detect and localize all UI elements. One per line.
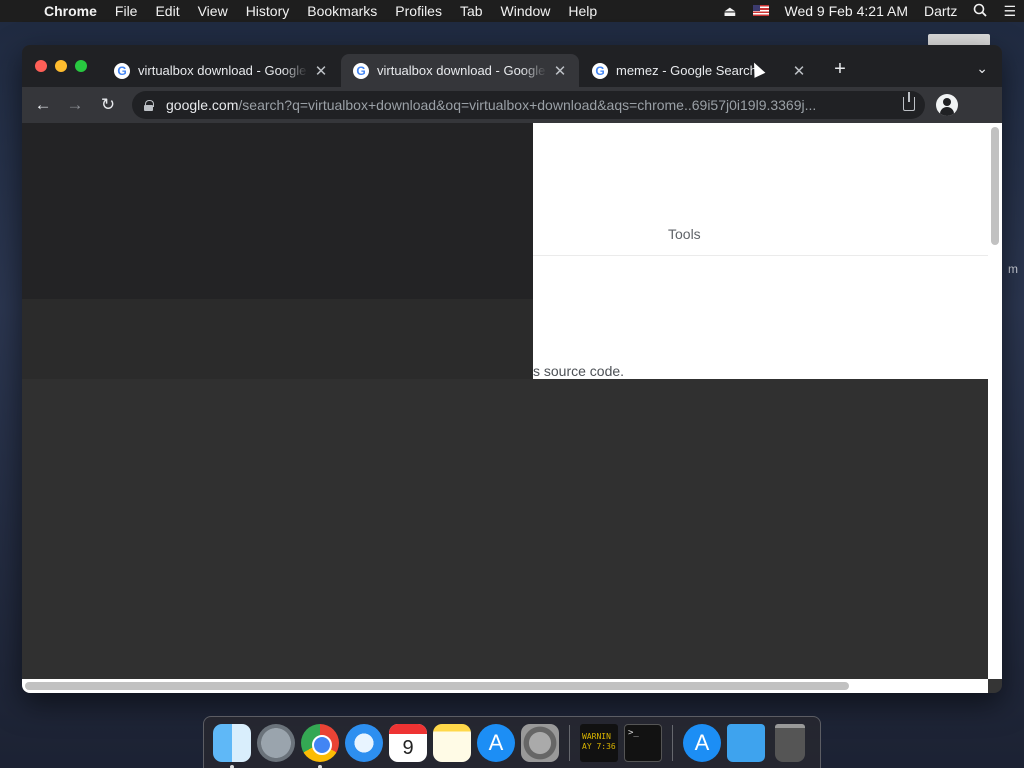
menu-file[interactable]: File (106, 3, 147, 19)
close-tab-icon[interactable]: ✕ (551, 62, 569, 80)
finder-icon[interactable] (213, 723, 251, 768)
close-window-button[interactable] (35, 60, 47, 72)
menu-help[interactable]: Help (559, 3, 606, 19)
tools-button[interactable]: Tools (668, 226, 701, 242)
spotlight-search-icon[interactable] (965, 3, 995, 20)
tab-memez[interactable]: G memez - Google Search ✕ (580, 54, 818, 87)
page-content: Tools s source code. (22, 123, 988, 679)
horizontal-scroll-thumb[interactable] (25, 682, 849, 690)
dock: 9 A WARNIN AY 7:36 >_ A (203, 716, 821, 768)
page-dark-band (22, 299, 533, 379)
app-store-icon[interactable]: A (477, 723, 515, 762)
app-store-folder-icon[interactable]: A (683, 723, 721, 762)
chrome-window: G virtualbox download - Google Search ✕ … (22, 45, 1002, 693)
address-bar[interactable]: google.com/search?q=virtualbox+download&… (132, 91, 925, 119)
profile-avatar-icon[interactable] (936, 94, 958, 116)
window-controls (35, 60, 87, 72)
page-dark-region (22, 123, 533, 299)
console-icon[interactable]: WARNIN AY 7:36 (580, 723, 618, 762)
menu-profiles[interactable]: Profiles (386, 3, 451, 19)
tab-virtualbox-download-2[interactable]: G virtualbox download - Google Search ✕ (341, 54, 579, 87)
forward-button[interactable]: → (64, 95, 86, 115)
browser-toolbar: ← → ↻ google.com/search?q=virtualbox+dow… (22, 87, 1002, 123)
tab-search-chevron-icon[interactable]: ⌄ (976, 60, 988, 77)
share-icon[interactable] (903, 92, 915, 111)
safari-icon[interactable] (345, 723, 383, 762)
google-favicon-icon: G (592, 62, 608, 79)
dock-separator (569, 724, 570, 761)
chrome-icon[interactable] (301, 723, 339, 768)
running-indicator (318, 764, 322, 768)
running-indicator (230, 764, 234, 768)
trash-icon[interactable] (775, 723, 805, 762)
lock-icon[interactable] (144, 99, 154, 111)
menu-tab[interactable]: Tab (451, 3, 492, 19)
minimize-window-button[interactable] (55, 60, 67, 72)
google-favicon-icon: G (114, 62, 130, 79)
results-divider (533, 255, 988, 256)
menu-datetime[interactable]: Wed 9 Feb 4:21 AM (777, 3, 916, 19)
new-tab-button[interactable]: + (828, 58, 852, 81)
horizontal-scrollbar[interactable] (22, 679, 988, 693)
notes-icon[interactable] (433, 723, 471, 762)
url-path: /search?q=virtualbox+download&oq=virtual… (238, 97, 817, 113)
menu-bar-status-area: ⏏ Wed 9 Feb 4:21 AM Dartz ☰ (715, 0, 1024, 22)
tab-title: virtualbox download - Google Search (377, 63, 547, 78)
calendar-icon[interactable]: 9 (389, 723, 427, 762)
tab-virtualbox-download-1[interactable]: G virtualbox download - Google Search ✕ (102, 54, 340, 87)
url-host: google.com (166, 97, 239, 113)
menu-history[interactable]: History (237, 3, 299, 19)
vertical-scrollbar[interactable] (988, 123, 1002, 679)
menu-user[interactable]: Dartz (916, 3, 965, 19)
tab-strip: G virtualbox download - Google Search ✕ … (22, 45, 1002, 87)
console-text: WARNIN AY 7:36 (582, 731, 616, 751)
close-tab-icon[interactable]: ✕ (790, 62, 808, 80)
us-flag-icon[interactable] (745, 3, 777, 19)
result-snippet: s source code. (533, 363, 625, 379)
terminal-icon[interactable]: >_ (624, 723, 662, 762)
desktop-label-fragment: m (1008, 262, 1018, 276)
downloads-folder-icon[interactable] (727, 723, 765, 762)
system-preferences-icon[interactable] (521, 723, 559, 762)
terminal-prompt: >_ (628, 727, 639, 738)
search-results-panel: Tools s source code. (533, 123, 988, 379)
eject-icon[interactable]: ⏏ (715, 3, 744, 20)
back-button[interactable]: ← (32, 95, 54, 115)
menu-bar: Chrome File Edit View History Bookmarks … (0, 0, 1024, 22)
menu-view[interactable]: View (189, 3, 237, 19)
reload-button[interactable]: ↻ (97, 95, 119, 115)
vertical-scroll-thumb[interactable] (991, 127, 999, 245)
control-center-icon[interactable]: ☰ (995, 3, 1024, 20)
launchpad-icon[interactable] (257, 723, 295, 762)
menu-window[interactable]: Window (492, 3, 560, 19)
menu-app-name[interactable]: Chrome (38, 3, 106, 19)
calendar-day: 9 (402, 736, 414, 759)
menu-edit[interactable]: Edit (146, 3, 188, 19)
google-favicon-icon: G (353, 62, 369, 79)
zoom-window-button[interactable] (75, 60, 87, 72)
close-tab-icon[interactable]: ✕ (312, 62, 330, 80)
dock-separator (672, 724, 673, 761)
menu-bookmarks[interactable]: Bookmarks (298, 3, 386, 19)
tab-title: virtualbox download - Google Search (138, 63, 308, 78)
